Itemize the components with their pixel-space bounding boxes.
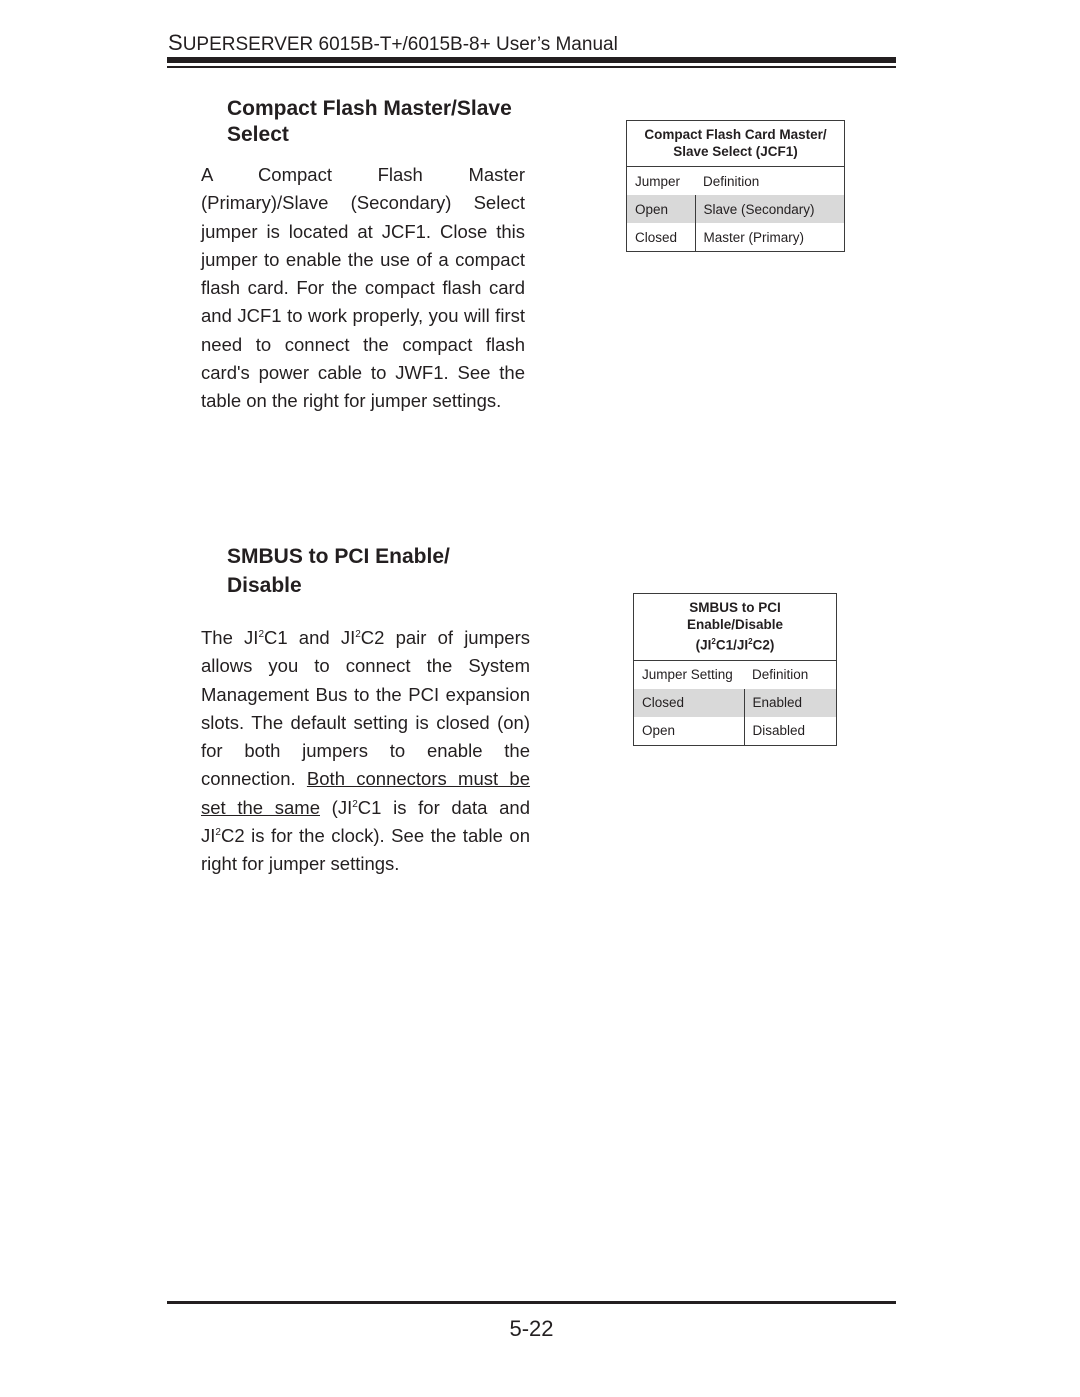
table-row: Closed Enabled [633, 688, 837, 717]
caption-line: (JI2C1/JI2C2) [640, 633, 830, 654]
cell-definition: Disabled [752, 723, 806, 738]
section-body-smbus: The JI2C1 and JI2C2 pair of jumpers allo… [201, 624, 530, 879]
manual-title: SUPERSERVER 6015B-T+/6015B-8+ User’s Man… [168, 30, 618, 56]
jcf1-jumper-table: Compact Flash Card Master/ Slave Select … [626, 120, 845, 252]
cell-setting: Closed [626, 223, 696, 252]
text-run: C2) [752, 637, 775, 653]
caption-line: Enable/Disable [686, 617, 784, 632]
cell-setting: Closed [633, 688, 745, 717]
header-rule-thin [167, 66, 896, 68]
cell-definition: Enabled [744, 688, 837, 717]
heading-line: SMBUS to PCI Enable/ [227, 545, 450, 568]
table-caption: SMBUS to PCI Enable/Disable (JI2C1/JI2C2… [633, 593, 837, 661]
manual-title-rest: UPERSERVER 6015B-T+/6015B-8+ User’s Manu… [182, 34, 618, 55]
cell-setting: Open [633, 716, 745, 745]
section-heading-compact-flash: Compact Flash Master/Slave Select [227, 97, 512, 146]
table-header-row: Jumper Definition [627, 167, 845, 196]
cell-definition: Master (Primary) [703, 229, 805, 245]
table-header-row: Jumper Setting Definition [634, 660, 837, 689]
cell-definition: Slave (Secondary) [695, 195, 845, 223]
table-caption-row: Compact Flash Card Master/ Slave Select … [626, 120, 845, 167]
header-rule-thick [167, 57, 896, 63]
text-run: (JI [695, 637, 712, 653]
manual-title-initial: S [168, 30, 183, 55]
column-header-definition: Definition [703, 173, 760, 189]
table-row: Open Slave (Secondary) [626, 195, 845, 223]
text-run: C1/JI [715, 637, 749, 653]
footer-rule [167, 1301, 896, 1304]
table-row: Open Disabled [633, 716, 837, 745]
page-number: 5-22 [509, 1316, 554, 1341]
smbus-jumper-table: SMBUS to PCI Enable/Disable (JI2C1/JI2C2… [633, 593, 837, 746]
caption-line: Compact Flash Card Master/ [644, 127, 827, 142]
caption-line: Slave Select (JCF1) [673, 144, 798, 159]
text-run: C2 is for the clock). See the table on r… [201, 825, 530, 875]
column-header-definition: Definition [752, 667, 809, 682]
section-heading-smbus: SMBUS to PCI Enable/ Disable [227, 542, 527, 600]
column-header-jumper-setting: Jumper Setting [642, 667, 733, 682]
text-run: C1 and JI [264, 627, 356, 648]
cell-setting: Open [626, 195, 696, 223]
heading-line: Disable [227, 574, 302, 597]
text-run: (JI [320, 796, 353, 818]
caption-line: SMBUS to PCI [689, 600, 781, 615]
section-body-compact-flash: A Compact Flash Master (Primary)/Slave (… [201, 164, 525, 412]
column-header-jumper: Jumper [635, 173, 681, 189]
text-run: The JI [201, 627, 259, 648]
table-caption-row: SMBUS to PCI Enable/Disable (JI2C1/JI2C2… [633, 593, 837, 661]
table-row: Closed Master (Primary) [626, 223, 845, 252]
table-caption: Compact Flash Card Master/ Slave Select … [626, 120, 845, 167]
text-run: C2 pair of jumpers allows you to connect… [201, 627, 530, 790]
